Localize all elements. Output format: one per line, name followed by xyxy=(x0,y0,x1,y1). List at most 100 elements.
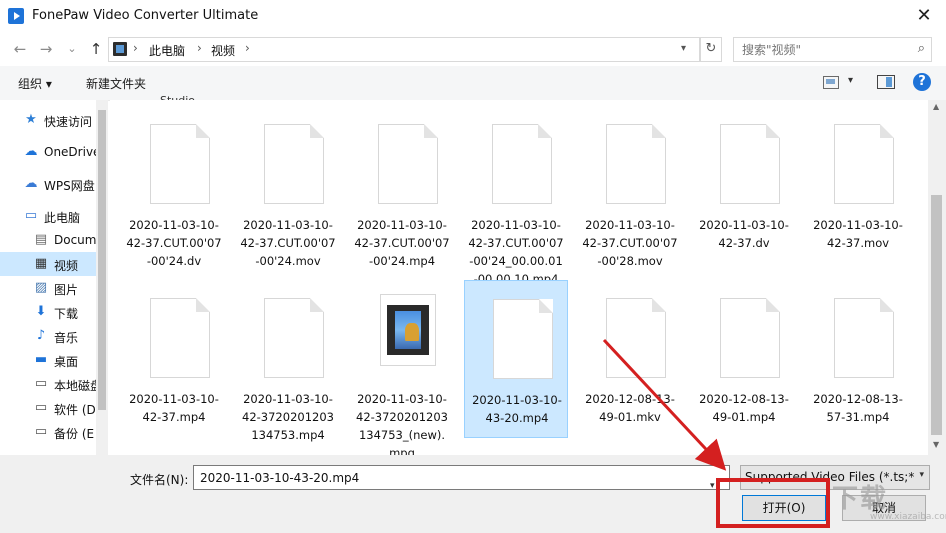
blank-file-icon xyxy=(264,298,324,378)
sidebar-item[interactable]: ⬇ 下载 xyxy=(0,300,96,324)
file-item[interactable]: 2020-11-03-10-43-20.mp4 xyxy=(464,280,568,438)
document-icon: ▤ xyxy=(34,232,48,247)
view-mode-icon[interactable] xyxy=(823,76,839,89)
file-name: 2020-12-08-13-49-01.mkv xyxy=(585,392,675,424)
desktop-icon: ▬ xyxy=(34,352,48,367)
file-name: 2020-11-03-10-42-37.mp4 xyxy=(129,392,219,424)
sidebar-item[interactable]: ▤ Docum xyxy=(0,228,97,252)
refresh-icon[interactable]: ↻ xyxy=(700,37,722,62)
sidebar-item-label: WPS网盘 xyxy=(44,179,95,193)
breadcrumb-separator: › xyxy=(245,41,250,55)
sidebar-item-label: OneDrive xyxy=(44,145,101,159)
sidebar-item-label: 备份 (E xyxy=(54,427,95,441)
sidebar-item[interactable]: ▭ 备份 (E xyxy=(0,420,96,444)
scroll-up-icon[interactable]: ▲ xyxy=(933,102,939,111)
sidebar-item[interactable]: ▦ 视频 xyxy=(0,252,96,276)
file-item[interactable]: 2020-11-03-10-42-37.CUT.00'07-00'24.mp4 xyxy=(350,106,454,268)
cloud-icon: ☁ xyxy=(24,144,38,159)
file-item[interactable]: 2020-12-08-13-57-31.mp4 xyxy=(806,280,910,438)
address-history-chevron-down-icon[interactable]: ▾ xyxy=(681,43,686,54)
title-bar: FonePaw Video Converter Ultimate ✕ xyxy=(0,0,946,32)
file-item[interactable]: 2020-12-08-13-49-01.mp4 xyxy=(692,280,796,438)
app-icon xyxy=(8,8,24,24)
file-item[interactable]: 2020-11-03-10-42-37.mp4 xyxy=(122,280,226,438)
blank-file-icon xyxy=(150,124,210,204)
filename-field[interactable]: ▾ xyxy=(193,465,730,491)
blank-file-icon xyxy=(720,124,780,204)
up-icon[interactable]: ↑ xyxy=(86,39,106,59)
sidebar-item-label: 音乐 xyxy=(54,331,79,345)
sidebar-item-label: 图片 xyxy=(54,283,79,297)
file-grid-scrollbar-thumb[interactable] xyxy=(931,195,942,435)
help-icon[interactable]: ? xyxy=(913,73,931,91)
scroll-down-icon[interactable]: ▼ xyxy=(933,440,939,449)
video-icon: ▦ xyxy=(34,256,48,271)
sidebar-item[interactable]: ♪ 音乐 xyxy=(0,324,96,348)
filename-history-chevron-down-icon[interactable]: ▾ xyxy=(710,481,715,491)
breadcrumb-separator: › xyxy=(197,41,202,55)
search-icon[interactable]: ⌕ xyxy=(918,41,925,56)
close-icon[interactable]: ✕ xyxy=(910,4,938,28)
sidebar-item[interactable]: ▭ 本地磁盘 xyxy=(0,372,102,396)
blank-file-icon xyxy=(493,299,553,379)
new-folder-button[interactable]: 新建文件夹 xyxy=(86,75,146,92)
organize-button[interactable]: 组织 ▾ xyxy=(18,75,52,92)
sidebar-item-label: 软件 (D xyxy=(54,403,96,417)
file-name: 2020-11-03-10-42-37.CUT.00'07-00'24.mp4 xyxy=(354,218,450,268)
file-item[interactable]: 2020-11-03-10-42-37.CUT.00'07-00'24.mov xyxy=(236,106,340,268)
site-watermark: 下载 www.xiazaiba.com xyxy=(832,478,946,528)
file-name: 2020-11-03-10-42-37.CUT.00'07-00'28.mov xyxy=(582,218,678,268)
watermark-text: 下载 xyxy=(832,484,889,514)
breadcrumb-this-pc[interactable]: 此电脑 xyxy=(149,42,185,59)
file-name: 2020-11-03-10-43-20.mp4 xyxy=(472,393,562,425)
watermark-url: www.xiazaiba.com xyxy=(870,512,946,522)
music-icon: ♪ xyxy=(36,328,46,343)
drive-icon: ▭ xyxy=(34,424,48,439)
file-item[interactable]: 2020-11-03-10-42-37.dv xyxy=(692,106,796,264)
file-item[interactable]: 2020-11-03-10-42-37.mov xyxy=(806,106,910,264)
sidebar-item[interactable]: ☁ WPS网盘 xyxy=(0,172,96,196)
sidebar-item[interactable]: ▭ 软件 (D xyxy=(0,396,96,420)
blank-file-icon xyxy=(720,298,780,378)
blank-file-icon xyxy=(834,124,894,204)
sidebar-item[interactable]: ▨ 图片 xyxy=(0,276,96,300)
search-box[interactable]: ⌕ xyxy=(733,37,932,62)
file-item[interactable]: 2020-11-03-10-42-37.CUT.00'07-00'28.mov xyxy=(578,106,682,268)
back-icon[interactable]: ← xyxy=(10,39,30,59)
blank-file-icon xyxy=(606,298,666,378)
blank-file-icon xyxy=(378,124,438,204)
preview-pane-icon[interactable] xyxy=(877,75,895,89)
video-folder-icon xyxy=(113,42,127,56)
video-thumbnail-icon xyxy=(380,294,436,366)
address-row: ← → ⌄ ↑ › 此电脑 › 视频 › ▾ ↻ ⌕ xyxy=(0,32,946,66)
sidebar-item[interactable]: ▬ 桌面 xyxy=(0,348,96,372)
drive-icon: ▭ xyxy=(34,400,48,415)
command-toolbar: 组织 ▾ 新建文件夹 ▾ ? xyxy=(0,66,946,101)
file-item[interactable]: 2020-12-08-13-49-01.mkv xyxy=(578,280,682,438)
file-item[interactable]: 2020-11-03-10-42-37.CUT.00'07-00'24_00.0… xyxy=(464,106,568,286)
file-item[interactable]: 2020-11-03-10-42-3720201203134753_(new).… xyxy=(350,280,454,455)
file-name: 2020-11-03-10-42-37.mov xyxy=(813,218,903,250)
filename-input[interactable] xyxy=(198,470,702,486)
file-item[interactable]: 2020-11-03-10-42-3720201203134753.mp4 xyxy=(236,280,340,442)
sidebar-item[interactable]: ★ 快速访问 xyxy=(0,108,96,132)
sidebar-item[interactable]: ▭ 此电脑 xyxy=(0,204,96,228)
forward-icon[interactable]: → xyxy=(36,39,56,59)
search-input[interactable] xyxy=(740,42,904,58)
file-name: 2020-12-08-13-57-31.mp4 xyxy=(813,392,903,424)
recent-locations-icon[interactable]: ⌄ xyxy=(62,39,82,59)
filename-label: 文件名(N): xyxy=(130,473,189,487)
sidebar-item[interactable]: ☁ OneDrive xyxy=(0,140,101,164)
sidebar-item-label: Docum xyxy=(54,233,97,247)
file-item[interactable]: 2020-11-03-10-42-37.CUT.00'07-00'24.dv xyxy=(122,106,226,268)
file-name: 2020-12-08-13-49-01.mp4 xyxy=(699,392,789,424)
drive-icon: ▭ xyxy=(34,376,48,391)
file-name: 2020-11-03-10-42-37.dv xyxy=(699,218,789,250)
address-bar[interactable]: › 此电脑 › 视频 › ▾ xyxy=(108,37,700,62)
file-name: 2020-11-03-10-42-37.CUT.00'07-00'24.dv xyxy=(126,218,222,268)
view-options-chevron-down-icon[interactable]: ▾ xyxy=(848,75,853,86)
breadcrumb-videos[interactable]: 视频 xyxy=(211,42,235,59)
file-name: 2020-11-03-10-42-37.CUT.00'07-00'24_00.0… xyxy=(468,218,564,286)
open-button-highlight xyxy=(716,478,830,528)
sidebar-scrollbar-thumb[interactable] xyxy=(98,110,106,410)
